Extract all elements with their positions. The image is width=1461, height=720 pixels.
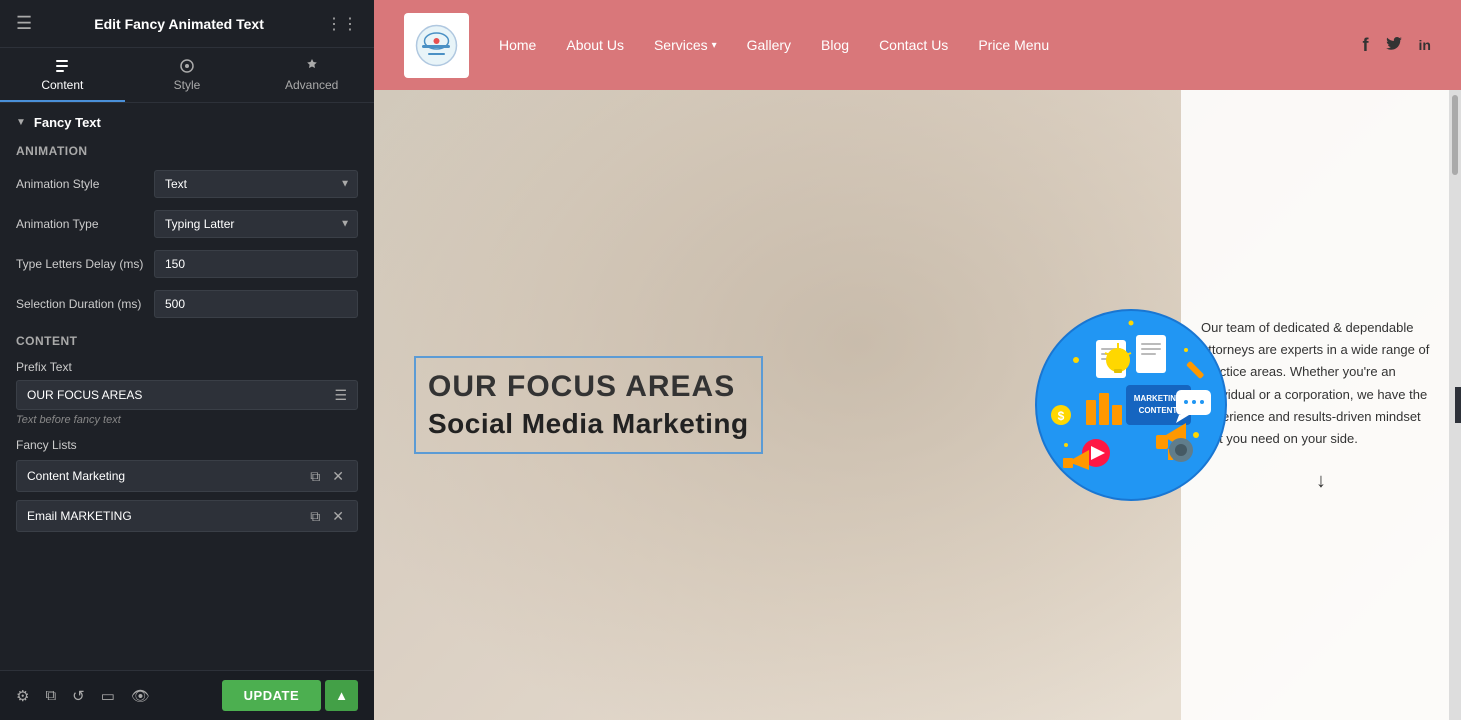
fancy-item-copy-2[interactable]: ⧉ — [307, 509, 323, 523]
svg-text:CONTENT: CONTENT — [1139, 406, 1178, 415]
prefix-text-label: Prefix Text — [16, 360, 358, 374]
history-icon[interactable]: ↺ — [72, 687, 85, 705]
section-arrow: ▼ — [16, 117, 26, 128]
hero-focus-sublabel: Social Media Marketing — [428, 408, 749, 440]
svg-text:MARKETING: MARKETING — [1134, 394, 1182, 403]
panel-title: Edit Fancy Animated Text — [94, 16, 264, 32]
selection-duration-input[interactable]: 500 — [154, 290, 358, 318]
animation-group-label: Animation — [16, 144, 358, 158]
fancy-item-delete-2[interactable]: ✕ — [329, 509, 347, 523]
right-panel: Home About Us Services ▾ Gallery Blog Co… — [374, 0, 1461, 720]
down-arrow: ↓ — [1201, 470, 1441, 493]
hero-text-widget[interactable]: OUR FOCUS AREAS Social Media Marketing — [414, 356, 763, 454]
selection-duration-row: Selection Duration (ms) 500 — [16, 290, 358, 318]
animation-style-row: Animation Style Text Typed Highlighted ▼ — [16, 170, 358, 198]
scroll-thumb — [1452, 95, 1458, 175]
collapse-button[interactable]: ‹ — [1455, 387, 1461, 423]
type-delay-label: Type Letters Delay (ms) — [16, 257, 146, 271]
update-button[interactable]: UPDATE — [222, 680, 321, 711]
nav-blog[interactable]: Blog — [821, 37, 849, 53]
marketing-circle-svg: MARKETING CONTENT — [1031, 305, 1231, 505]
preview-icon[interactable]: 👁 — [131, 687, 150, 705]
fancy-item-actions-2: ⧉ ✕ — [307, 509, 347, 523]
fancy-item-copy-1[interactable]: ⧉ — [307, 469, 323, 483]
tab-style[interactable]: Style — [125, 48, 250, 102]
nav-services-label: Services — [654, 37, 708, 53]
fancy-item: Content Marketing ⧉ ✕ — [16, 460, 358, 492]
type-delay-input[interactable]: 150 — [154, 250, 358, 278]
animation-type-row: Animation Type Typing Latter Cursor Loop… — [16, 210, 358, 238]
services-chevron: ▾ — [712, 40, 717, 51]
prefix-text-wrap: OUR FOCUS AREAS ☰ — [16, 380, 358, 410]
grid-icon[interactable]: ⋮⋮ — [326, 14, 358, 34]
fancy-text-section[interactable]: ▼ Fancy Text — [16, 115, 358, 130]
fancy-item-actions-1: ⧉ ✕ — [307, 469, 347, 483]
layers-icon[interactable]: ⧉ — [45, 687, 56, 705]
nav-about[interactable]: About Us — [566, 37, 624, 53]
footer-icons: ⚙ ⧉ ↺ ▭ 👁 — [16, 687, 150, 705]
tab-advanced[interactable]: Advanced — [249, 48, 374, 102]
panel-header: ☰ Edit Fancy Animated Text ⋮⋮ — [0, 0, 374, 48]
tab-content-label: Content — [41, 78, 83, 92]
hamburger-icon[interactable]: ☰ — [16, 13, 32, 34]
animation-type-label: Animation Type — [16, 217, 146, 231]
svg-text:$: $ — [1058, 409, 1065, 423]
nav-price[interactable]: Price Menu — [978, 37, 1049, 53]
fancy-item-text-1: Content Marketing — [27, 469, 307, 483]
logo-image — [414, 23, 459, 68]
selection-duration-label: Selection Duration (ms) — [16, 297, 146, 311]
hero-section: OUR FOCUS AREAS Social Media Marketing — [374, 90, 1461, 720]
nav-gallery[interactable]: Gallery — [747, 37, 791, 53]
prefix-text-input[interactable]: OUR FOCUS AREAS — [17, 381, 324, 409]
section-label: Fancy Text — [34, 115, 101, 130]
nav-links: Home About Us Services ▾ Gallery Blog Co… — [499, 37, 1363, 53]
animation-style-wrap: Text Typed Highlighted ▼ — [154, 170, 358, 198]
animation-style-label: Animation Style — [16, 177, 146, 191]
type-delay-row: Type Letters Delay (ms) 150 — [16, 250, 358, 278]
update-arrow-button[interactable]: ▲ — [325, 680, 358, 711]
site-logo — [404, 13, 469, 78]
update-group: UPDATE ▲ — [222, 680, 358, 711]
facebook-icon[interactable]: f — [1363, 35, 1369, 56]
settings-icon[interactable]: ⚙ — [16, 687, 29, 705]
prefix-text-icon[interactable]: ☰ — [324, 387, 357, 404]
tab-style-label: Style — [174, 78, 201, 92]
panel-footer: ⚙ ⧉ ↺ ▭ 👁 UPDATE ▲ — [0, 670, 374, 720]
prefix-hint: Text before fancy text — [16, 414, 358, 426]
hero-focus-label: OUR FOCUS AREAS — [428, 370, 749, 404]
nav-home[interactable]: Home — [499, 37, 536, 53]
panel-tabs: Content Style Advanced — [0, 48, 374, 103]
animation-style-select[interactable]: Text Typed Highlighted — [154, 170, 358, 198]
tab-advanced-label: Advanced — [285, 78, 338, 92]
right-text-body: Our team of dedicated & dependable attor… — [1201, 317, 1441, 450]
fancy-lists-label: Fancy Lists — [16, 438, 358, 452]
type-delay-wrap: 150 — [154, 250, 358, 278]
site-nav: Home About Us Services ▾ Gallery Blog Co… — [374, 0, 1461, 90]
responsive-icon[interactable]: ▭ — [101, 687, 115, 705]
animation-type-wrap: Typing Latter Cursor Loop ▼ — [154, 210, 358, 238]
fancy-item: Email MARKETING ⧉ ✕ — [16, 500, 358, 532]
nav-social: f in — [1363, 34, 1431, 57]
site-content: OUR FOCUS AREAS Social Media Marketing — [374, 90, 1461, 720]
fancy-item-delete-1[interactable]: ✕ — [329, 469, 347, 483]
marketing-circle: MARKETING CONTENT — [1031, 305, 1231, 505]
nav-services[interactable]: Services ▾ — [654, 37, 717, 53]
fancy-item-text-2: Email MARKETING — [27, 509, 307, 523]
tab-content[interactable]: Content — [0, 48, 125, 102]
left-panel: ☰ Edit Fancy Animated Text ⋮⋮ Content St… — [0, 0, 374, 720]
nav-contact[interactable]: Contact Us — [879, 37, 948, 53]
twitter-icon[interactable] — [1385, 34, 1403, 57]
content-section-label: Content — [16, 334, 358, 348]
linkedin-icon[interactable]: in — [1419, 37, 1431, 53]
selection-duration-wrap: 500 — [154, 290, 358, 318]
animation-type-select[interactable]: Typing Latter Cursor Loop — [154, 210, 358, 238]
panel-body: ▼ Fancy Text Animation Animation Style T… — [0, 103, 374, 670]
